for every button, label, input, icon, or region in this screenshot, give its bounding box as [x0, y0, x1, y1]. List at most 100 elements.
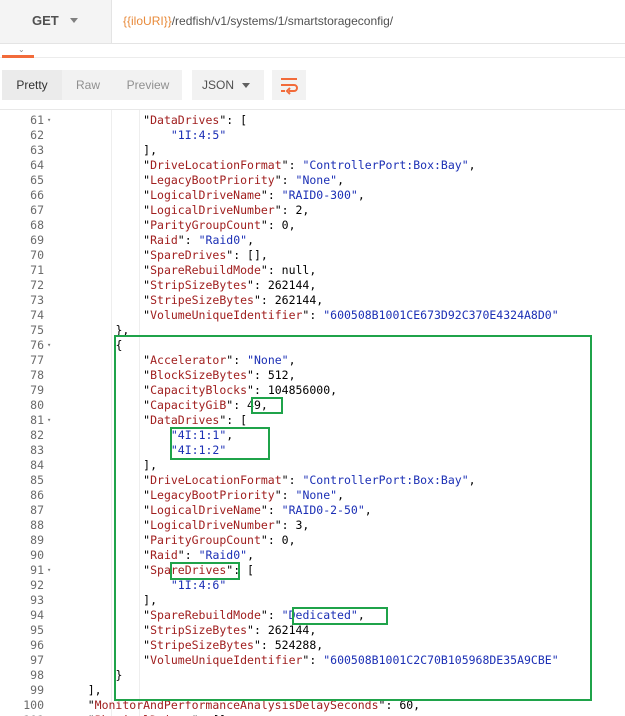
line-number: 68	[30, 218, 44, 232]
json-punct: :	[267, 188, 282, 202]
format-select[interactable]: JSON	[192, 70, 264, 100]
response-toolbar: Pretty Raw Preview JSON	[0, 66, 625, 104]
json-key: DriveLocationFormat	[150, 158, 282, 172]
line-number: 70	[30, 248, 44, 262]
code-text: "LegacyBootPriority": "None",	[143, 173, 344, 188]
code-line: 67 "LogicalDriveNumber": 2,	[0, 203, 625, 218]
json-punct: : 104856000,	[253, 383, 338, 397]
line-number: 74	[30, 308, 44, 322]
json-punct: ],	[87, 683, 102, 697]
request-url-input[interactable]: {{iloURI}}/redfish/v1/systems/1/smartsto…	[123, 14, 393, 28]
code-line: 99],	[0, 683, 625, 698]
code-line: 90 "Raid": "Raid0",	[0, 548, 625, 563]
json-string: "Raid0"	[198, 548, 248, 562]
json-string: "600508B1001CE673D92C370E4324A8D0"	[323, 308, 559, 322]
response-tab-strip: ⌄	[0, 44, 625, 58]
code-text: ],	[143, 593, 157, 608]
json-key: LogicalDriveNumber	[150, 203, 275, 217]
fold-toggle-icon[interactable]: ▾	[47, 563, 51, 578]
line-number: 81	[30, 413, 44, 427]
code-line: 78 "BlockSizeBytes": 512,	[0, 368, 625, 383]
fold-toggle-icon[interactable]: ▾	[47, 338, 51, 353]
json-key: LegacyBootPriority	[150, 173, 275, 187]
code-line: 89 "ParityGroupCount": 0,	[0, 533, 625, 548]
json-punct: :	[281, 173, 296, 187]
line-number: 88	[30, 518, 44, 532]
code-line: 62 "1I:4:5"	[0, 128, 625, 143]
url-variable: {{iloURI}}	[123, 14, 172, 28]
fold-toggle-icon[interactable]: ▾	[47, 413, 51, 428]
json-key: DataDrives	[150, 413, 220, 427]
code-line: 94 "SpareRebuildMode": "Dedicated",	[0, 608, 625, 623]
line-number: 94	[30, 608, 44, 622]
code-text: "4I:1:1",	[171, 428, 233, 443]
tab-overflow-icon: ⌄	[18, 45, 25, 54]
json-string: "Dedicated"	[281, 608, 358, 622]
quote: "	[87, 698, 95, 712]
code-text: "DataDrives": [	[143, 113, 247, 128]
json-punct: ,	[288, 353, 296, 367]
fold-toggle-icon[interactable]: ▾	[47, 113, 51, 128]
code-text: "Raid": "Raid0",	[143, 233, 254, 248]
chevron-down-icon	[242, 83, 250, 88]
view-pretty-button[interactable]: Pretty	[2, 70, 62, 100]
code-text: "4I:1:2"	[171, 443, 226, 458]
json-key: SpareRebuildMode	[150, 263, 261, 277]
code-line: 81 ▾ "DataDrives": [	[0, 413, 625, 428]
line-number: 86	[30, 488, 44, 502]
line-number: 73	[30, 293, 44, 307]
code-line: 82 "4I:1:1",	[0, 428, 625, 443]
json-key: ParityGroupCount	[150, 218, 261, 232]
quote: "	[177, 233, 185, 247]
line-number: 99	[30, 683, 44, 697]
line-number: 93	[30, 593, 44, 607]
json-punct: :	[288, 473, 303, 487]
line-number: 96	[30, 638, 44, 652]
json-punct: ,	[337, 488, 344, 502]
code-text: "StripSizeBytes": 262144,	[143, 623, 316, 638]
wrap-lines-icon	[281, 78, 298, 95]
code-text: {	[115, 338, 122, 353]
code-text: "MonitorAndPerformanceAnalysisDelaySecon…	[88, 698, 420, 713]
line-number: 97	[30, 653, 44, 667]
json-punct: }	[115, 668, 123, 682]
json-punct: ],	[143, 458, 158, 472]
json-key: StripSizeBytes	[150, 278, 248, 292]
quote: "	[260, 263, 268, 277]
quote: "	[247, 368, 254, 382]
json-string: "ControllerPort:Box:Bay"	[302, 473, 469, 487]
code-line: 65 "LegacyBootPriority": "None",	[0, 173, 625, 188]
response-body[interactable]: 61 ▾ "DataDrives": [62 "1I:4:5" 63], 64 "Drive…	[0, 109, 625, 716]
code-text: "ParityGroupCount": 0,	[143, 533, 295, 548]
json-punct: : 60,	[385, 698, 421, 712]
json-punct: :	[288, 158, 303, 172]
json-punct: {	[115, 338, 123, 352]
view-raw-button[interactable]: Raw	[62, 70, 114, 100]
view-preview-button[interactable]: Preview	[114, 70, 182, 100]
json-punct: : [],	[233, 248, 268, 262]
line-number: 72	[30, 278, 44, 292]
json-punct: : 262144,	[260, 293, 324, 307]
line-number: 83	[30, 443, 44, 457]
json-key: LegacyBootPriority	[150, 488, 275, 502]
json-string: "600508B1001C2C70B105968DE35A9CBE"	[323, 653, 559, 667]
http-method-label: GET	[32, 13, 59, 28]
json-key: SpareDrives	[150, 248, 227, 262]
json-string: "None"	[247, 353, 289, 367]
json-punct: : [	[226, 413, 248, 427]
http-method-select[interactable]: GET	[0, 0, 112, 43]
code-text: ],	[88, 683, 102, 698]
json-string: "ControllerPort:Box:Bay"	[302, 158, 469, 172]
code-text: "StripeSizeBytes": 524288,	[143, 638, 323, 653]
line-number: 95	[30, 623, 44, 637]
json-string: "RAID0-2-50"	[281, 503, 365, 517]
wrap-lines-button[interactable]	[272, 70, 306, 100]
code-text: "VolumeUniqueIdentifier": "600508B1001C2…	[143, 653, 558, 668]
quote: "	[274, 518, 282, 532]
code-text: "Raid": "Raid0",	[143, 548, 254, 563]
json-string: "1I:4:6"	[170, 578, 227, 592]
json-punct: : 49,	[233, 398, 268, 412]
json-punct: :	[184, 548, 199, 562]
json-punct: :	[184, 233, 199, 247]
json-punct: : 524288,	[260, 638, 324, 652]
